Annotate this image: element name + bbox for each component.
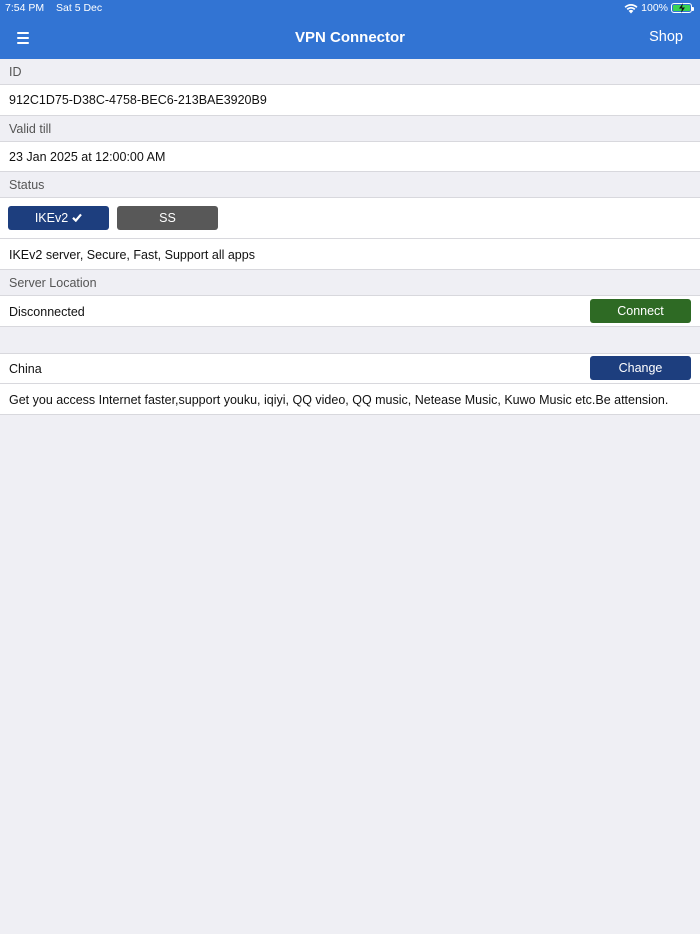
status-date: Sat 5 Dec — [56, 2, 103, 14]
location-description-row: Get you access Internet faster,support y… — [0, 384, 700, 415]
navigation-bar: VPN Connector Shop — [0, 17, 700, 59]
status-time: 7:54 PM — [5, 2, 45, 14]
valid-till-row: 23 Jan 2025 at 12:00:00 AM — [0, 142, 700, 172]
id-value: 912C1D75-D38C-4758-BEC6-213BAE3920B9 — [9, 93, 267, 107]
battery-percent: 100% — [641, 2, 668, 14]
id-header: ID — [0, 59, 700, 85]
connection-row: Disconnected Connect — [0, 296, 700, 327]
id-row: 912C1D75-D38C-4758-BEC6-213BAE3920B9 — [0, 85, 700, 116]
ss-button[interactable]: SS — [117, 206, 218, 230]
server-location-header: Server Location — [0, 270, 700, 296]
valid-till-value: 23 Jan 2025 at 12:00:00 AM — [9, 150, 166, 164]
protocol-selector-row: IKEv2 SS — [0, 198, 700, 239]
shop-button[interactable]: Shop — [649, 29, 683, 45]
checkmark-icon — [72, 213, 83, 222]
location-row[interactable]: China Change — [0, 353, 700, 384]
ikev2-button[interactable]: IKEv2 — [8, 206, 109, 230]
status-bar: 7:54 PM Sat 5 Dec 100% — [0, 0, 700, 17]
change-location-button[interactable]: Change — [590, 356, 691, 380]
location-description: Get you access Internet faster,support y… — [9, 393, 669, 407]
ss-label: SS — [159, 211, 176, 225]
status-header: Status — [0, 172, 700, 198]
top-bar: 7:54 PM Sat 5 Dec 100% VPN Connector Sho… — [0, 0, 700, 59]
page-title: VPN Connector — [294, 29, 405, 46]
location-name: China — [9, 362, 42, 376]
battery-charging-icon — [671, 3, 694, 13]
protocol-description: IKEv2 server, Secure, Fast, Support all … — [9, 248, 255, 262]
protocol-description-row: IKEv2 server, Secure, Fast, Support all … — [0, 239, 700, 270]
wifi-icon — [624, 3, 638, 13]
connect-button[interactable]: Connect — [590, 299, 691, 323]
ikev2-label: IKEv2 — [34, 211, 69, 225]
connection-status: Disconnected — [9, 305, 85, 319]
valid-till-header: Valid till — [0, 116, 700, 142]
